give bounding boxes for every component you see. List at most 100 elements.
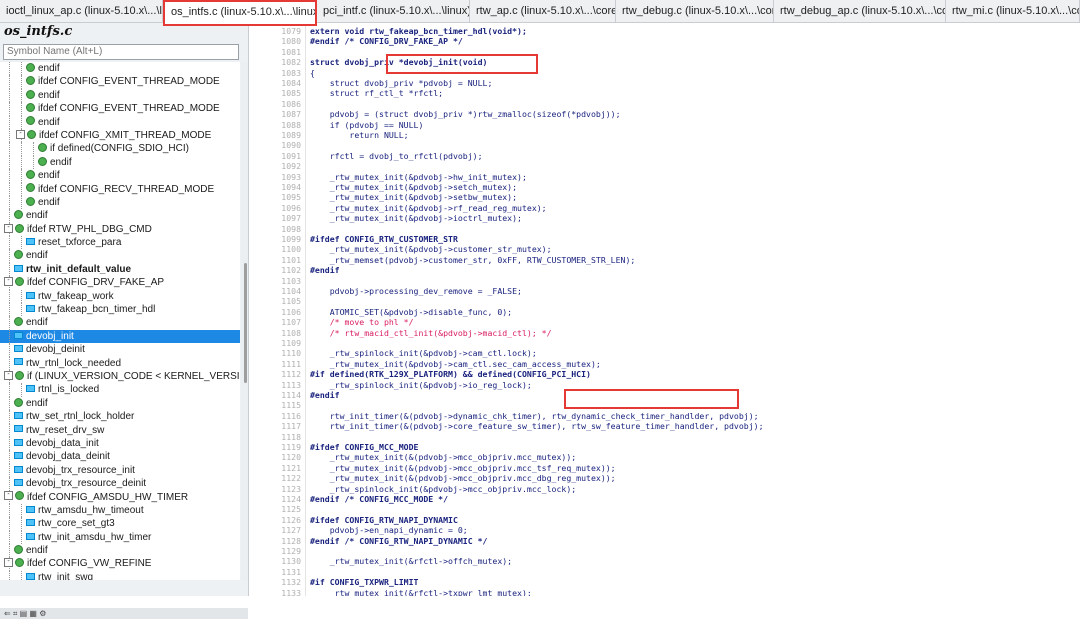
code-line[interactable]: 1130 _rtw_mutex_init(&rfctl->offch_mutex… [249,556,1080,566]
tab-2[interactable]: pci_intf.c (linux-5.10.x\...\linux) [317,0,470,22]
code-line[interactable]: 1108 /* rtw_macid_ctl_init(&pdvobj->maci… [249,328,1080,338]
code-line[interactable]: 1127 pdvobj->en_napi_dynamic = 0; [249,525,1080,535]
code-line[interactable]: 1113 _rtw_spinlock_init(&pdvobj->io_reg_… [249,380,1080,390]
code-line[interactable]: 1132 #if CONFIG_TXPWR_LIMIT [249,577,1080,587]
code-line[interactable]: 1097 _rtw_mutex_init(&pdvobj->ioctrl_mut… [249,213,1080,223]
code-line[interactable]: 1090 [249,140,1080,150]
code-line[interactable]: 1101 _rtw_memset(pdvobj->customer_str, 0… [249,255,1080,265]
tab-3[interactable]: rtw_ap.c (linux-5.10.x\...\core) [470,0,616,22]
code-line[interactable]: 1094 _rtw_mutex_init(&pdvobj->setch_mute… [249,182,1080,192]
tree-item[interactable]: ifdef CONFIG_EVENT_THREAD_MODE [0,75,240,89]
tree-item[interactable]: - if (LINUX_VERSION_CODE < KERNEL_VERSION… [0,369,240,384]
code-line[interactable]: 1082 struct dvobj_priv *devobj_init(void) [249,57,1080,67]
code-line[interactable]: 1087 pdvobj = (struct dvobj_priv *)rtw_z… [249,109,1080,119]
tree-item[interactable]: - ifdef CONFIG_XMIT_THREAD_MODE [0,128,240,143]
tree-item[interactable]: rtw_set_rtnl_lock_holder [0,410,240,424]
tree-item[interactable]: endif [0,195,240,210]
tree-scrollbar-thumb[interactable] [244,263,247,383]
code-line[interactable]: 1119 #ifdef CONFIG_MCC_MODE [249,442,1080,452]
code-line[interactable]: 1117 rtw_init_timer(&(pdvobj->core_featu… [249,421,1080,431]
code-line[interactable]: 1120 _rtw_mutex_init(&(pdvobj->mcc_objpr… [249,452,1080,462]
collapse-icon[interactable]: - [4,223,13,233]
tree-item[interactable]: devobj_deinit [0,343,240,357]
code-line[interactable]: 1111 _rtw_mutex_init(&pdvobj->cam_ctl.se… [249,359,1080,369]
code-line[interactable]: 1115 [249,400,1080,410]
code-line[interactable]: 1103 [249,276,1080,286]
tree-item[interactable]: endif [0,169,240,183]
tree-item[interactable]: - ifdef CONFIG_VW_REFINE [0,557,240,571]
code-line[interactable]: 1109 [249,338,1080,348]
code-line[interactable]: 1110 _rtw_spinlock_init(&pdvobj->cam_ctl… [249,348,1080,358]
tree-item[interactable]: endif [0,316,240,330]
tree-item[interactable]: endif [0,209,240,223]
code-line[interactable]: 1080 #endif /* CONFIG_DRV_FAKE_AP */ [249,36,1080,46]
code-line[interactable]: 1089 return NULL; [249,130,1080,140]
tree-item[interactable]: ifdef CONFIG_RECV_THREAD_MODE [0,182,240,196]
code-line[interactable]: 1105 [249,296,1080,306]
tree-item[interactable]: - ifdef CONFIG_DRV_FAKE_AP [0,276,240,290]
code-line[interactable]: 1118 [249,432,1080,442]
tree-item[interactable]: rtw_core_set_gt3 [0,517,240,531]
tree-item[interactable]: endif [0,155,240,170]
code-line[interactable]: 1079 extern void rtw_fakeap_bcn_timer_hdl… [249,26,1080,36]
code-line[interactable]: 1116 rtw_init_timer(&(pdvobj->dynamic_ch… [249,411,1080,421]
code-line[interactable]: 1104 pdvobj->processing_dev_remove = _FA… [249,286,1080,296]
code-line[interactable]: 1133 _rtw_mutex_init(&rfctl->txpwr_lmt_m… [249,588,1080,596]
collapse-icon[interactable]: - [16,129,25,139]
tree-item[interactable]: endif [0,249,240,263]
tree-item[interactable]: rtw_amsdu_hw_timeout [0,503,240,518]
tree-item[interactable]: - ifdef RTW_PHL_DBG_CMD [0,222,240,237]
code-line[interactable]: 1081 [249,47,1080,57]
code-line[interactable]: 1086 [249,99,1080,109]
code-line[interactable]: 1107 /* move to phl */ [249,317,1080,327]
tree-item[interactable]: rtw_rtnl_lock_needed [0,356,240,370]
tree-item[interactable]: rtw_init_default_value [0,262,240,277]
tree-item[interactable]: reset_txforce_para [0,236,240,250]
code-line[interactable]: 1093 _rtw_mutex_init(&pdvobj->hw_init_mu… [249,172,1080,182]
tree-item[interactable]: rtw_reset_drv_sw [0,423,240,437]
collapse-icon[interactable]: - [4,277,13,287]
code-line[interactable]: 1112 #if defined(RTK_129X_PLATFORM) && de… [249,369,1080,379]
tree-item[interactable]: endif [0,544,240,558]
code-line[interactable]: 1121 _rtw_mutex_init(&(pdvobj->mcc_objpr… [249,463,1080,473]
code-line[interactable]: 1091 rfctl = dvobj_to_rfctl(pdvobj); [249,151,1080,161]
tree-item[interactable]: if defined(CONFIG_SDIO_HCI) [0,142,240,156]
code-line[interactable]: 1098 [249,224,1080,234]
tab-4[interactable]: rtw_debug.c (linux-5.10.x\...\core) [616,0,774,22]
tab-0[interactable]: ioctl_linux_ap.c (linux-5.10.x\...\linux… [0,0,163,22]
code-line[interactable]: 1131 [249,567,1080,577]
code-line[interactable]: 1084 struct dvobj_priv *pdvobj = NULL; [249,78,1080,88]
code-line[interactable]: 1100 _rtw_mutex_init(&pdvobj->customer_s… [249,244,1080,254]
collapse-icon[interactable]: - [4,370,13,380]
symbol-search-input[interactable] [3,43,239,60]
code-line[interactable]: 1123 _rtw_spinlock_init(&pdvobj->mcc_obj… [249,484,1080,494]
code-line[interactable]: 1128 #endif /* CONFIG_RTW_NAPI_DYNAMIC */ [249,536,1080,546]
tab-1[interactable]: os_intfs.c (linux-5.10.x\...\linux)× [163,0,317,26]
collapse-icon[interactable]: - [4,491,13,501]
code-line[interactable]: 1092 [249,161,1080,171]
code-editor[interactable]: 1079 extern void rtw_fakeap_bcn_timer_hdl… [249,23,1080,596]
tree-item[interactable]: devobj_init [0,329,240,344]
tree-item[interactable]: devobj_data_deinit [0,450,240,464]
code-line[interactable]: 1096 _rtw_mutex_init(&pdvobj->rf_read_re… [249,203,1080,213]
tree-item[interactable]: ifdef CONFIG_EVENT_THREAD_MODE [0,102,240,116]
code-line[interactable]: 1085 struct rf_ctl_t *rfctl; [249,88,1080,98]
tab-5[interactable]: rtw_debug_ap.c (linux-5.10.x\...\core) [774,0,946,22]
tree-item[interactable]: devobj_trx_resource_init [0,463,240,478]
tree-item[interactable]: endif [0,62,240,76]
code-line[interactable]: 1124 #endif /* CONFIG_MCC_MODE */ [249,494,1080,504]
panel-toolbar[interactable]: ⇐ ⌗ ▤ ▦ ⚙ [0,608,248,619]
tree-item[interactable]: rtw_init_swq [0,570,240,580]
code-line[interactable]: 1083 { [249,68,1080,78]
code-line[interactable]: 1102 #endif [249,265,1080,275]
code-line[interactable]: 1126 #ifdef CONFIG_RTW_NAPI_DYNAMIC [249,515,1080,525]
tree-item[interactable]: devobj_data_init [0,436,240,451]
code-line[interactable]: 1114 #endif [249,390,1080,400]
tree-item[interactable]: - ifdef CONFIG_AMSDU_HW_TIMER [0,490,240,504]
tree-item[interactable]: endif [0,115,240,129]
code-line[interactable]: 1106 ATOMIC_SET(&pdvobj->disable_func, 0… [249,307,1080,317]
code-line[interactable]: 1129 [249,546,1080,556]
tree-item[interactable]: rtnl_is_locked [0,383,240,397]
tree-item[interactable]: rtw_fakeap_bcn_timer_hdl [0,303,240,317]
code-line[interactable]: 1099 #ifdef CONFIG_RTW_CUSTOMER_STR [249,234,1080,244]
